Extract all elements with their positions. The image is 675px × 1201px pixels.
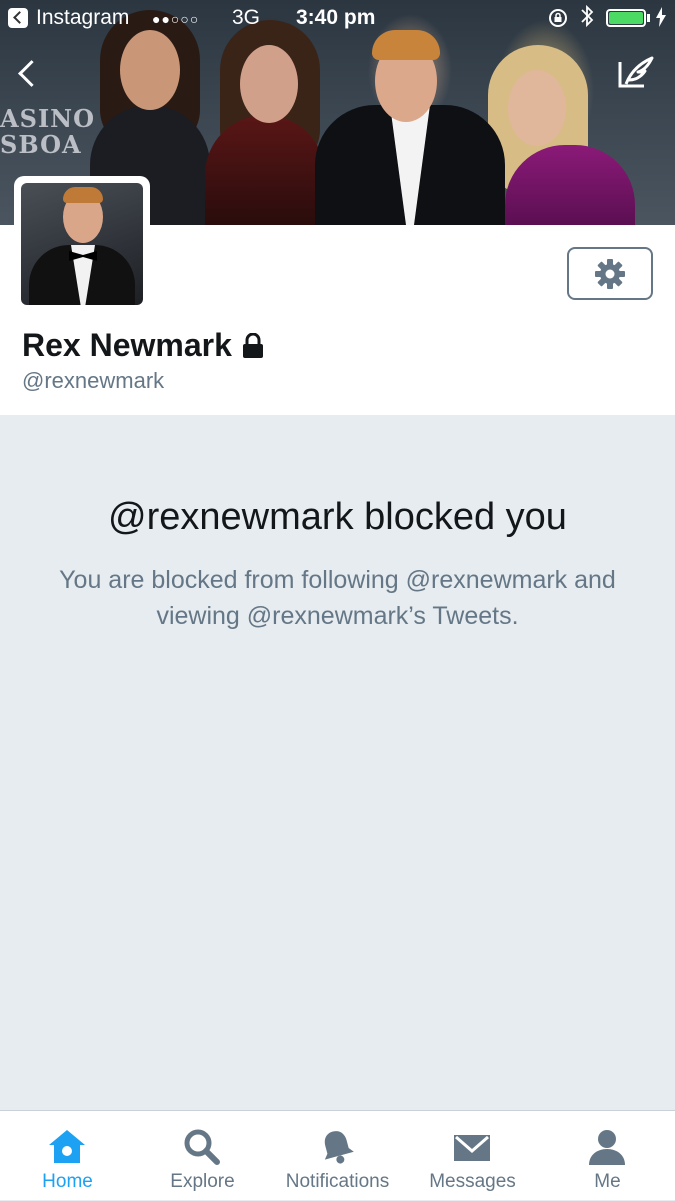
- person-icon: [589, 1130, 625, 1165]
- battery-tip: [647, 14, 650, 22]
- profile-name: Rex Newmark: [22, 327, 232, 363]
- blocked-title: @rexnewmark blocked you: [108, 496, 567, 538]
- profile-name-row: Rex Newmark: [22, 327, 264, 364]
- search-icon: [184, 1129, 220, 1165]
- banner-sign-text: ASINO SBOA: [0, 104, 96, 159]
- avatar-image: [21, 183, 143, 305]
- blocked-description: You are blocked from following @rexnewma…: [59, 566, 616, 630]
- profile-handle: @rexnewmark: [22, 368, 165, 393]
- back-to-app-icon[interactable]: [8, 8, 28, 28]
- tab-home[interactable]: Home: [0, 1111, 135, 1201]
- compose-tweet-button[interactable]: [614, 52, 658, 96]
- tab-explore-label: Explore: [170, 1171, 235, 1192]
- rotation-lock-icon: [548, 8, 568, 28]
- settings-button[interactable]: [567, 247, 653, 300]
- lock-icon: [242, 332, 263, 358]
- tab-messages[interactable]: Messages: [405, 1111, 540, 1201]
- bell-icon: [324, 1131, 354, 1164]
- back-button[interactable]: [12, 56, 48, 96]
- tab-explore[interactable]: Explore: [135, 1111, 270, 1201]
- tab-me[interactable]: Me: [540, 1111, 675, 1201]
- avatar[interactable]: [14, 176, 150, 312]
- tab-messages-label: Messages: [429, 1171, 516, 1192]
- tab-home-label: Home: [42, 1171, 93, 1192]
- network-type: 3G: [232, 6, 261, 29]
- compose-icon: [618, 56, 654, 88]
- bluetooth-icon: [580, 4, 594, 34]
- tab-notifications[interactable]: Notifications: [270, 1111, 405, 1201]
- bottom-tab-bar: Home Explore Notifications Messages Me: [0, 1110, 675, 1200]
- envelope-icon: [454, 1135, 490, 1161]
- tab-notifications-label: Notifications: [285, 1171, 390, 1192]
- battery-icon: [606, 9, 646, 27]
- back-to-app-label[interactable]: Instagram: [36, 6, 129, 30]
- signal-strength-icon: ●●○○○: [152, 11, 200, 27]
- status-time: 3:40 pm: [296, 6, 376, 29]
- tab-me-label: Me: [594, 1171, 621, 1192]
- gear-icon: [595, 258, 625, 289]
- status-bar: Instagram ●●○○○ 3G 3:40 pm: [0, 0, 675, 36]
- charging-icon: [655, 7, 667, 32]
- home-icon: [49, 1130, 85, 1163]
